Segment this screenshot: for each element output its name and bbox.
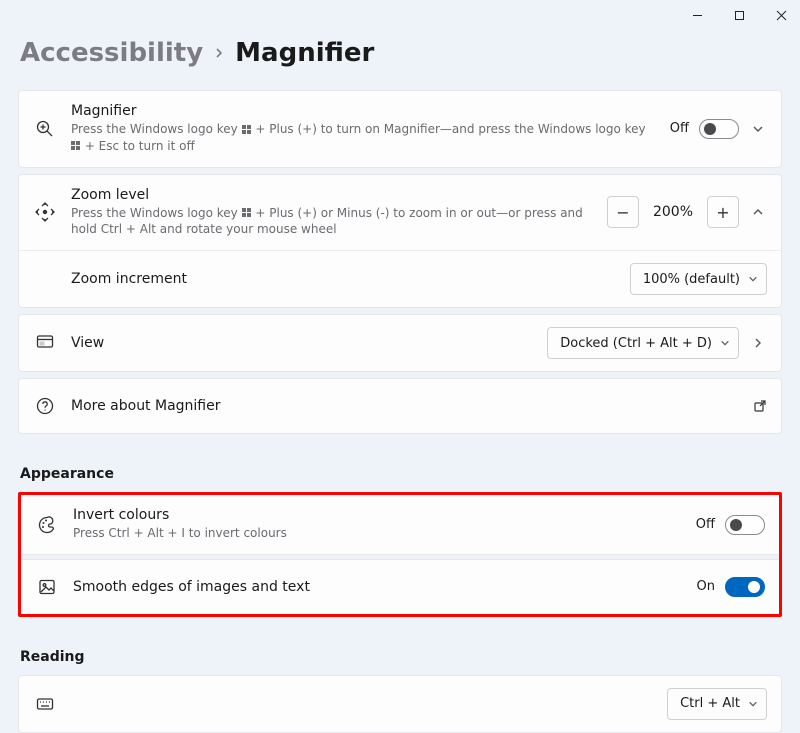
palette-icon	[35, 515, 59, 535]
zoom-increment-row: Zoom increment 100% (default)	[19, 250, 781, 307]
image-icon	[35, 577, 59, 597]
breadcrumb-current: Magnifier	[235, 38, 374, 68]
reading-header: Reading	[20, 649, 782, 665]
view-dropdown[interactable]: Docked (Ctrl + Alt + D)	[547, 327, 739, 359]
chevron-right-icon	[213, 47, 225, 59]
more-about-row[interactable]: More about Magnifier	[19, 379, 781, 433]
chevron-down-icon[interactable]	[749, 123, 767, 135]
reading-shortcut-row[interactable]: Ctrl + Alt	[19, 676, 781, 732]
magnifier-title: Magnifier	[71, 103, 656, 119]
appearance-header: Appearance	[20, 466, 782, 482]
chevron-up-icon[interactable]	[749, 206, 767, 218]
zoom-description: Press the Windows logo key + Plus (+) or…	[71, 205, 593, 239]
magnifier-icon	[33, 119, 57, 139]
maximize-button[interactable]	[728, 4, 750, 26]
magnifier-description: Press the Windows logo key + Plus (+) to…	[71, 121, 656, 155]
invert-colours-row: Invert colours Press Ctrl + Alt + I to i…	[21, 495, 779, 554]
minimize-button[interactable]	[686, 4, 708, 26]
breadcrumb: Accessibility Magnifier	[20, 38, 782, 68]
magnifier-toggle[interactable]	[699, 119, 739, 139]
smooth-edges-toggle[interactable]	[725, 577, 765, 597]
zoom-increment-title: Zoom increment	[71, 271, 616, 287]
zoom-level-row[interactable]: Zoom level Press the Windows logo key + …	[19, 175, 781, 251]
appearance-highlight: Invert colours Press Ctrl + Alt + I to i…	[18, 492, 782, 617]
more-about-card: More about Magnifier	[18, 378, 782, 434]
more-about-title: More about Magnifier	[71, 398, 739, 414]
smooth-edges-title: Smooth edges of images and text	[73, 579, 683, 595]
close-button[interactable]	[770, 4, 792, 26]
reading-card: Ctrl + Alt	[18, 675, 782, 733]
zoom-increment-dropdown[interactable]: 100% (default)	[630, 263, 767, 295]
windows-logo-icon	[71, 141, 81, 151]
chevron-down-icon	[720, 338, 730, 348]
smooth-state-label: On	[697, 579, 715, 594]
windows-logo-icon	[242, 125, 252, 135]
view-title: View	[71, 335, 533, 351]
invert-colours-card: Invert colours Press Ctrl + Alt + I to i…	[21, 495, 779, 555]
chevron-down-icon	[748, 699, 758, 709]
external-link-icon	[753, 399, 767, 413]
magnifier-state-label: Off	[670, 121, 689, 136]
keyboard-icon	[33, 694, 57, 714]
invert-colours-description: Press Ctrl + Alt + I to invert colours	[73, 525, 682, 542]
smooth-edges-row: Smooth edges of images and text On	[21, 560, 779, 614]
zoom-decrease-button[interactable]: −	[607, 196, 639, 228]
invert-state-label: Off	[696, 517, 715, 532]
zoom-icon	[33, 202, 57, 222]
invert-colours-toggle[interactable]	[725, 515, 765, 535]
view-row[interactable]: View Docked (Ctrl + Alt + D)	[19, 315, 781, 371]
zoom-title: Zoom level	[71, 187, 593, 203]
chevron-down-icon	[748, 274, 758, 284]
reading-shortcut-dropdown[interactable]: Ctrl + Alt	[667, 688, 767, 720]
reading-shortcut-title	[71, 696, 653, 712]
window-titlebar	[0, 0, 800, 30]
zoom-card: Zoom level Press the Windows logo key + …	[18, 174, 782, 309]
smooth-edges-card: Smooth edges of images and text On	[21, 559, 779, 614]
zoom-value: 200%	[649, 204, 697, 220]
zoom-increase-button[interactable]: +	[707, 196, 739, 228]
magnifier-row[interactable]: Magnifier Press the Windows logo key + P…	[19, 91, 781, 167]
view-card: View Docked (Ctrl + Alt + D)	[18, 314, 782, 372]
help-icon	[33, 396, 57, 416]
chevron-right-icon[interactable]	[749, 337, 767, 349]
magnifier-card: Magnifier Press the Windows logo key + P…	[18, 90, 782, 168]
breadcrumb-parent[interactable]: Accessibility	[20, 38, 203, 68]
windows-logo-icon	[242, 208, 252, 218]
invert-colours-title: Invert colours	[73, 507, 682, 523]
view-icon	[33, 333, 57, 353]
